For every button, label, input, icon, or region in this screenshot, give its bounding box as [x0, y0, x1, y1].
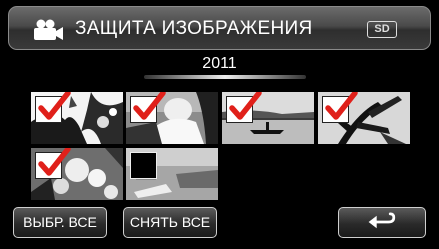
screen: ЗАЩИТА ИЗОБРАЖЕНИЯ SD 2011 ВЫБР. ВСЕ СНЯ…: [0, 0, 439, 249]
back-button[interactable]: [338, 207, 426, 238]
checkbox[interactable]: [322, 92, 358, 123]
year-divider: [144, 75, 306, 79]
checkbox[interactable]: [226, 92, 262, 123]
page-title: ЗАЩИТА ИЗОБРАЖЕНИЯ: [75, 18, 313, 39]
check-mark-icon: [133, 92, 166, 120]
return-arrow-icon: [368, 212, 396, 229]
check-mark-icon: [38, 92, 71, 120]
checkbox[interactable]: [35, 92, 71, 123]
checkbox[interactable]: [130, 92, 166, 123]
select-all-button[interactable]: ВЫБР. ВСЕ: [13, 207, 107, 238]
checkbox-empty[interactable]: [130, 152, 157, 179]
thumbnail-1[interactable]: [31, 92, 123, 144]
checkbox[interactable]: [35, 148, 71, 179]
thumbnail-3[interactable]: [222, 92, 314, 144]
thumbnail-2[interactable]: [126, 92, 218, 144]
year-label: 2011: [202, 55, 237, 72]
check-mark-icon: [229, 92, 262, 120]
thumbnail-5[interactable]: [31, 148, 123, 200]
video-camera-icon: [34, 19, 63, 40]
check-mark-icon: [325, 92, 358, 120]
sd-card-icon: SD: [367, 21, 397, 38]
deselect-all-button[interactable]: СНЯТЬ ВСЕ: [123, 207, 217, 238]
thumbnail-6[interactable]: [126, 148, 218, 200]
thumbnail-4[interactable]: [318, 92, 410, 144]
header-bar: ЗАЩИТА ИЗОБРАЖЕНИЯ SD: [8, 6, 431, 50]
check-mark-icon: [38, 148, 71, 176]
